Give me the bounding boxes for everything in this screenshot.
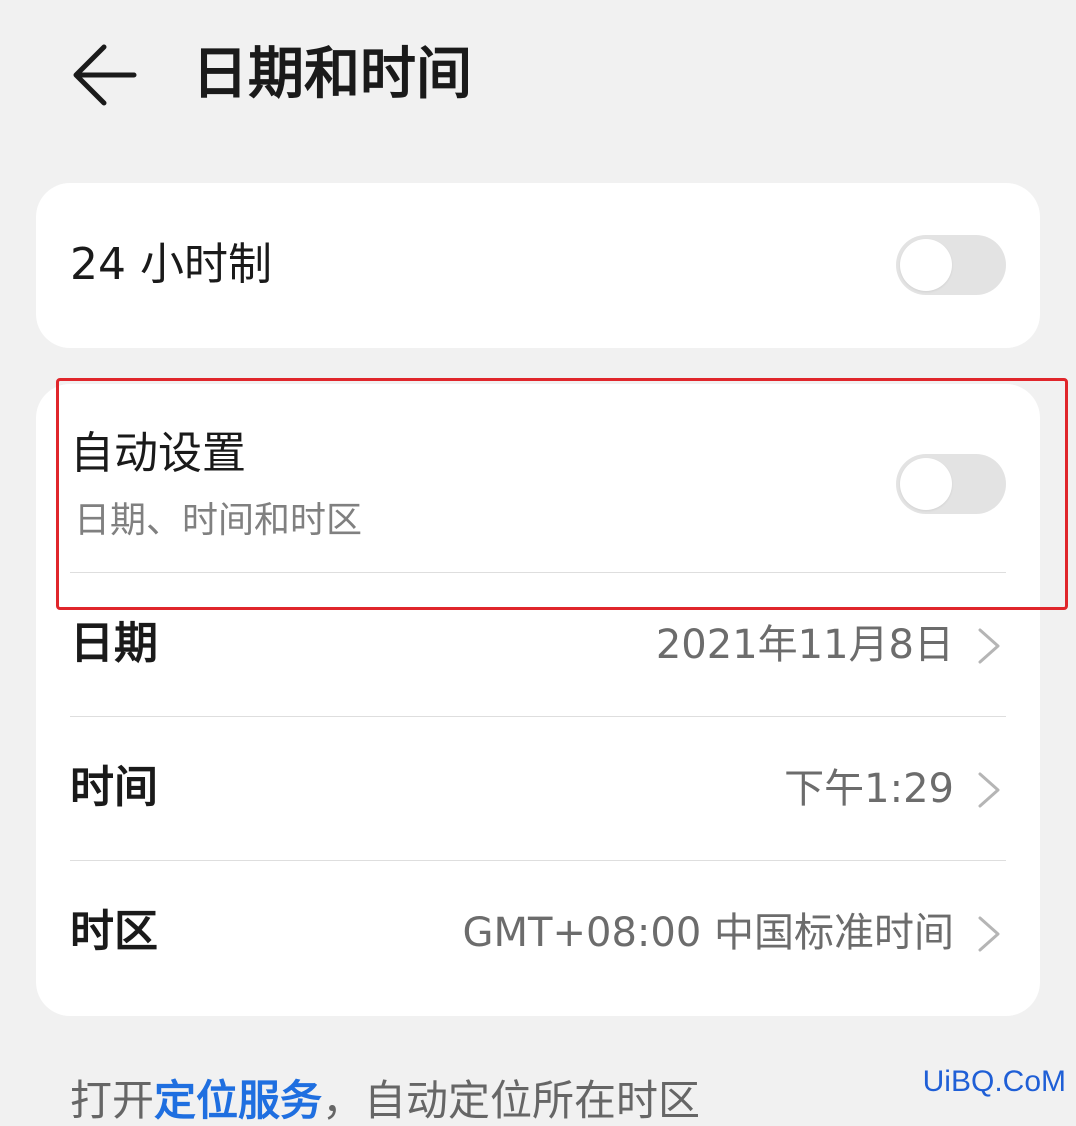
footer-prefix: 打开 [70,1076,155,1125]
date-label: 日期 [70,618,158,669]
auto-setting-toggle[interactable] [896,454,1006,514]
divider [70,716,1006,717]
watermark: UiBQ.CoM [922,1065,1066,1098]
timezone-label: 时区 [70,906,158,957]
chevron-right-icon [978,916,1000,952]
hour24-toggle[interactable] [896,235,1006,295]
footer-suffix: ，自动定位所在时区 [322,1076,701,1125]
divider [70,572,1006,573]
hour24-label: 24 小时制 [70,239,272,290]
timezone-value: GMT+08:00 中国标准时间 [462,910,954,956]
hour24-card: 24 小时制 [36,183,1040,348]
location-service-link[interactable]: 定位服务 [154,1076,322,1125]
chevron-right-icon [978,628,1000,664]
arrow-left-icon [73,44,137,106]
chevron-right-icon [978,772,1000,808]
footer-hint: 打开定位服务，自动定位所在时区 [70,1076,700,1126]
time-label: 时间 [70,762,158,813]
date-row[interactable]: 日期 2021年11月8日 [36,574,1040,714]
toggle-knob [900,458,952,510]
time-value: 下午1:29 [784,766,954,812]
app-header: 日期和时间 [0,0,1076,150]
date-value: 2021年11月8日 [655,622,954,668]
datetime-card: 自动设置 日期、时间和时区 日期 2021年11月8日 时间 下午1:29 时区… [36,384,1040,1016]
back-button[interactable] [62,38,146,112]
time-row[interactable]: 时间 下午1:29 [36,718,1040,858]
divider [70,860,1006,861]
auto-setting-subtitle: 日期、时间和时区 [74,500,363,541]
timezone-row[interactable]: 时区 GMT+08:00 中国标准时间 [36,862,1040,1002]
toggle-knob [900,239,952,291]
auto-setting-label: 自动设置 [70,428,246,479]
page-title: 日期和时间 [192,42,472,107]
